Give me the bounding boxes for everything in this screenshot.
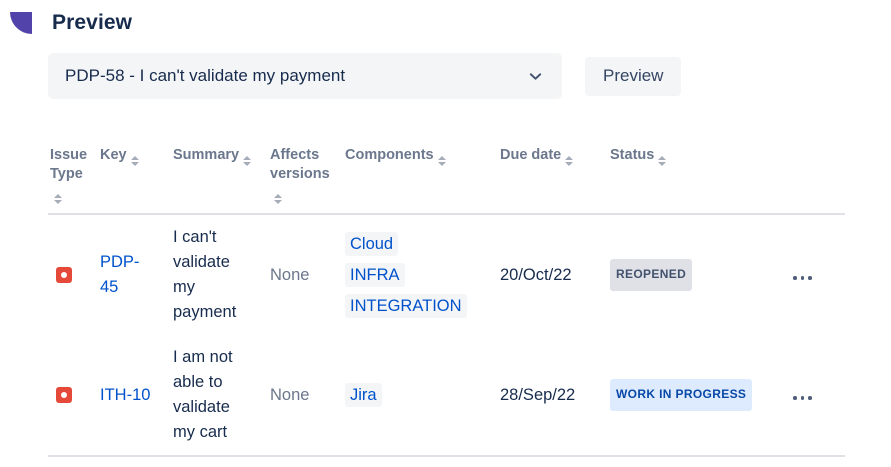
table-row: ITH-10 I am not able to validate my cart… bbox=[48, 335, 845, 456]
page-title: Preview bbox=[52, 11, 132, 35]
summary-cell: I am not able to validate my cart bbox=[171, 335, 268, 456]
column-header-actions bbox=[789, 144, 845, 214]
key-cell: PDP-45 bbox=[98, 214, 171, 335]
components-cell: Cloud INFRA INTEGRATION bbox=[343, 214, 498, 335]
status-cell: WORK IN PROGRESS bbox=[608, 335, 789, 456]
preview-button[interactable]: Preview bbox=[585, 57, 681, 96]
column-header-summary[interactable]: Summary bbox=[171, 144, 268, 214]
issue-key-link[interactable]: ITH-10 bbox=[100, 383, 150, 408]
status-badge: REOPENED bbox=[610, 259, 692, 291]
column-header-issue-type[interactable]: Issue Type bbox=[48, 144, 98, 214]
affects-versions-cell: None bbox=[268, 214, 343, 335]
column-label: Issue Type bbox=[50, 147, 87, 182]
preview-logo-icon bbox=[10, 12, 32, 34]
more-actions-button[interactable] bbox=[791, 390, 814, 406]
column-header-due-date[interactable]: Due date bbox=[498, 144, 608, 214]
issue-select[interactable]: PDP-58 - I can't validate my payment bbox=[48, 53, 562, 99]
sort-icon bbox=[131, 156, 139, 166]
column-label: Components bbox=[345, 147, 434, 163]
affects-versions-value: None bbox=[270, 266, 309, 284]
component-link[interactable]: Jira bbox=[345, 383, 382, 407]
sort-icon bbox=[438, 156, 446, 166]
key-cell: ITH-10 bbox=[98, 335, 171, 456]
column-header-affects-versions[interactable]: Affects versions bbox=[268, 144, 343, 214]
issue-type-cell bbox=[48, 335, 98, 456]
bug-icon bbox=[56, 267, 72, 283]
issues-table: Issue Type Key Summary Affects versions … bbox=[48, 144, 845, 457]
summary-text: I am not able to validate my cart bbox=[173, 345, 249, 445]
sort-icon bbox=[274, 194, 282, 204]
status-cell: REOPENED bbox=[608, 214, 789, 335]
column-header-components[interactable]: Components bbox=[343, 144, 498, 214]
column-label: Due date bbox=[500, 147, 561, 163]
status-badge: WORK IN PROGRESS bbox=[610, 379, 752, 411]
issue-select-value: PDP-58 - I can't validate my payment bbox=[65, 66, 345, 86]
sort-icon bbox=[565, 156, 573, 166]
affects-versions-value: None bbox=[270, 386, 309, 404]
components-cell: Jira bbox=[343, 335, 498, 456]
column-label: Key bbox=[100, 147, 127, 163]
page-header: Preview bbox=[10, 8, 891, 38]
more-actions-button[interactable] bbox=[791, 270, 814, 286]
column-label: Summary bbox=[173, 147, 239, 163]
component-link[interactable]: Cloud bbox=[345, 232, 398, 256]
issue-key-link[interactable]: PDP-45 bbox=[100, 250, 152, 300]
due-date-cell: 20/Oct/22 bbox=[498, 214, 608, 335]
sort-icon bbox=[54, 194, 62, 204]
component-link[interactable]: INTEGRATION bbox=[345, 294, 467, 318]
actions-cell bbox=[789, 335, 845, 456]
due-date-value: 20/Oct/22 bbox=[500, 266, 572, 284]
sort-icon bbox=[658, 156, 666, 166]
chevron-down-icon bbox=[528, 69, 543, 84]
bug-icon bbox=[56, 387, 72, 403]
actions-cell bbox=[789, 214, 845, 335]
table-header: Issue Type Key Summary Affects versions … bbox=[48, 144, 845, 214]
affects-versions-cell: None bbox=[268, 335, 343, 456]
component-link[interactable]: INFRA bbox=[345, 263, 405, 287]
summary-cell: I can't validate my payment bbox=[171, 214, 268, 335]
column-header-key[interactable]: Key bbox=[98, 144, 171, 214]
due-date-cell: 28/Sep/22 bbox=[498, 335, 608, 456]
summary-text: I can't validate my payment bbox=[173, 225, 249, 325]
column-label: Affects versions bbox=[270, 147, 330, 182]
issue-type-cell bbox=[48, 214, 98, 335]
column-label: Status bbox=[610, 147, 654, 163]
table-row: PDP-45 I can't validate my payment None … bbox=[48, 214, 845, 335]
column-header-status[interactable]: Status bbox=[608, 144, 789, 214]
due-date-value: 28/Sep/22 bbox=[500, 386, 575, 404]
controls-bar: PDP-58 - I can't validate my payment Pre… bbox=[48, 53, 891, 99]
sort-icon bbox=[243, 156, 251, 166]
